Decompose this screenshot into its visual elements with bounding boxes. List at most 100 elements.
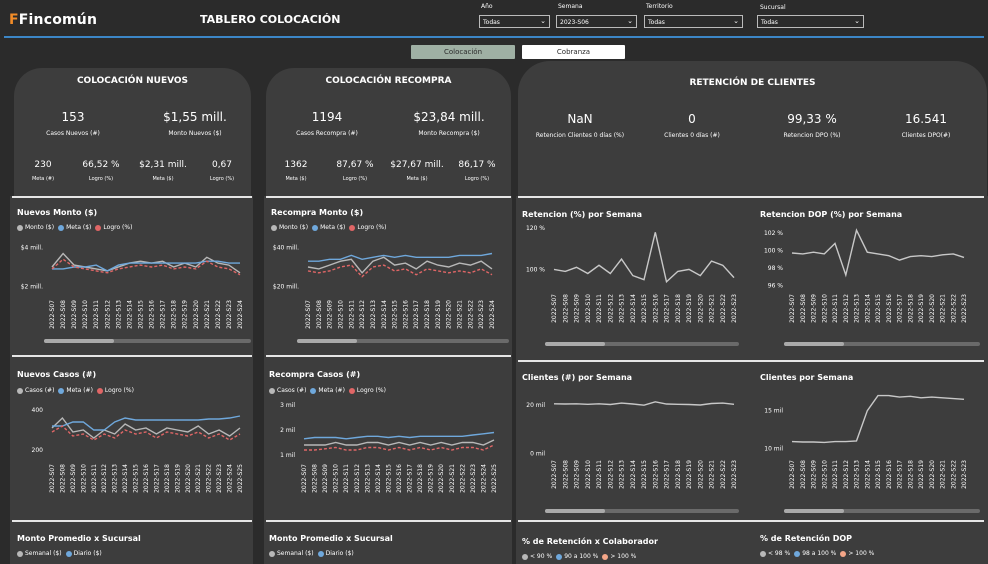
filter-week-select[interactable]: 2023-S06 ⌄ [556, 15, 637, 28]
tab-colocacion[interactable]: Colocación [411, 45, 515, 59]
legend-label: Logro (%) [103, 224, 133, 231]
filter-year-select[interactable]: Todas ⌄ [479, 15, 550, 28]
legend-item[interactable]: Semanal ($) [17, 550, 62, 557]
tab-cobranza[interactable]: Cobranza [522, 45, 625, 59]
chart-clientes-sem-title: Clientes (#) por Semana [522, 373, 633, 382]
x-tick-label: 2022-S19 [174, 464, 181, 493]
scroll-thumb[interactable] [784, 509, 844, 513]
x-tick-label: 2022-S17 [664, 460, 671, 489]
legend-item[interactable]: Semanal ($) [269, 550, 314, 557]
legend-label: Semanal ($) [25, 550, 62, 557]
legend-dot [312, 224, 319, 231]
chart-clientes-sem2[interactable]: 15 mil10 mil2022-S07 2022-S08 2022-S09 2022… [756, 384, 984, 516]
chart-scrollbar[interactable] [545, 509, 739, 513]
series-line-2 [308, 252, 493, 262]
legend-item[interactable]: Monto ($) [17, 224, 54, 231]
scroll-thumb[interactable] [44, 339, 114, 343]
legend-label: Meta ($) [320, 224, 346, 231]
legend-label: Monto ($) [279, 224, 309, 231]
legend-dot [349, 224, 356, 231]
recompra-casos-value: 1194 [311, 110, 343, 124]
x-tick-label: 2022-S13 [115, 300, 122, 329]
legend-item[interactable]: > 100 % [840, 550, 874, 557]
x-tick-label: 2022-S22 [459, 464, 466, 493]
chart-recompra-casos[interactable]: 3 mil 2 mil 1 mil 2022-S07 2022-S08 2022-S09 2… [266, 396, 510, 514]
legend-item[interactable]: Monto ($) [271, 224, 308, 231]
x-tick-label: 2022-S23 [216, 464, 223, 493]
legend-item[interactable]: < 90 % [522, 553, 552, 560]
filter-territory-select[interactable]: Todas ⌄ [644, 15, 743, 28]
chart-scrollbar[interactable] [545, 342, 739, 346]
legend-item[interactable]: Logro (%) [349, 224, 386, 231]
x-tick-label: 2022-S18 [907, 294, 914, 323]
chart-ret-dop-title: Retencion DOP (%) por Semana [760, 210, 903, 219]
divider [12, 520, 252, 522]
x-tick-label: 2022-S13 [112, 464, 119, 493]
legend-dot [602, 553, 609, 560]
chart-ret-dop[interactable]: 102 % 100 % 98 % 96 % 2022-S07 2022-S08 2022-S… [756, 220, 984, 350]
legend-item[interactable]: > 100 % [602, 553, 636, 560]
divider [12, 355, 252, 357]
legend-item[interactable]: Meta (#) [58, 387, 93, 394]
legend-item[interactable]: 90 a 100 % [556, 553, 598, 560]
legend-dot [17, 550, 23, 557]
chart-scrollbar[interactable] [784, 509, 980, 513]
chart-scrollbar[interactable] [784, 342, 980, 346]
x-tick-label: 2022-S12 [607, 294, 614, 323]
x-tick-label: 2022-S09 [574, 294, 581, 323]
legend-item[interactable]: < 98 % [760, 550, 790, 557]
legend-item[interactable]: Casos (#) [17, 387, 54, 394]
y-tick-label: 3 mil [280, 402, 295, 409]
legend-item[interactable]: Meta ($) [58, 224, 91, 231]
legend-dot [269, 550, 275, 557]
x-tick-label: 2022-S08 [800, 294, 807, 323]
legend-dot [271, 224, 277, 231]
recompra-logro-monto-label: Logro (%) [464, 176, 490, 182]
legend-dot [310, 387, 317, 394]
x-tick-label: 2022-S07 [305, 300, 312, 329]
legend-item[interactable]: Diario ($) [317, 550, 354, 557]
series-line-1 [304, 439, 495, 446]
x-tick-label: 2022-S25 [491, 464, 498, 493]
scroll-thumb[interactable] [545, 509, 605, 513]
chart-scrollbar[interactable] [44, 339, 251, 343]
chart-nuevos-monto[interactable]: $4 mill. $2 mill. 2022-S07 2022-S08 2022-S09… [14, 234, 252, 346]
x-tick-label: 2022-S14 [375, 464, 382, 493]
x-tick-label: 2022-S17 [664, 294, 671, 323]
legend-item[interactable]: Casos (#) [269, 387, 306, 394]
chart-scrollbar[interactable] [297, 339, 509, 343]
x-tick-label: 2022-S19 [918, 294, 925, 323]
x-tick-label: 2022-S16 [396, 464, 403, 493]
legend-item[interactable]: Meta ($) [312, 224, 345, 231]
legend-item[interactable]: Meta (#) [310, 387, 345, 394]
x-tick-label: 2022-S20 [929, 460, 936, 489]
filter-branch-select[interactable]: Todas ⌄ [757, 15, 864, 28]
recompra-logro-casos-value: 87,67 % [336, 160, 374, 170]
legend-item[interactable]: 98 a 100 % [794, 550, 836, 557]
scroll-thumb[interactable] [545, 342, 605, 346]
x-tick-label: 2022-S14 [630, 294, 637, 323]
y-tick-label: 102 % [764, 230, 783, 237]
filter-territory-value: Todas [648, 19, 665, 26]
legend-label: Meta (#) [66, 387, 93, 394]
x-tick-label: 2022-S20 [438, 464, 445, 493]
recompra-meta-monto-value: $27,67 mill. [390, 160, 444, 170]
scroll-thumb[interactable] [784, 342, 844, 346]
chart-ret-pct[interactable]: 120 % 100 % 2022-S07 2022-S08 2022-S09 2022-S… [518, 220, 744, 350]
chart-clientes-sem[interactable]: 20 mil 0 mil 2022-S07 2022-S08 2022-S09 2022-… [518, 384, 744, 516]
chart-recompra-monto[interactable]: $40 mill. $20 mill. 2022-S07 2022-S08 2022-S… [268, 234, 510, 346]
x-tick-label: 2022-S15 [392, 300, 399, 329]
legend-item[interactable]: Logro (%) [348, 387, 386, 394]
legend-item[interactable]: Logro (%) [96, 387, 134, 394]
x-tick-label: 2022-S13 [619, 294, 626, 323]
x-tick-label: 2022-S14 [122, 464, 129, 493]
legend-item[interactable]: Logro (%) [95, 224, 132, 231]
chart-nuevos-casos[interactable]: 400 200 2022-S07 2022-S08 2022-S09 2022-S10 20… [14, 396, 252, 514]
legend-item[interactable]: Diario ($) [65, 550, 102, 557]
y-tick-label: 15 mil [764, 408, 783, 415]
legend-dot [556, 553, 563, 560]
x-tick-label: 2022-S07 [789, 294, 796, 323]
nuevos-meta-monto-value: $2,31 mill. [139, 160, 187, 170]
scroll-thumb[interactable] [297, 339, 357, 343]
x-tick-label: 2022-S10 [585, 294, 592, 323]
